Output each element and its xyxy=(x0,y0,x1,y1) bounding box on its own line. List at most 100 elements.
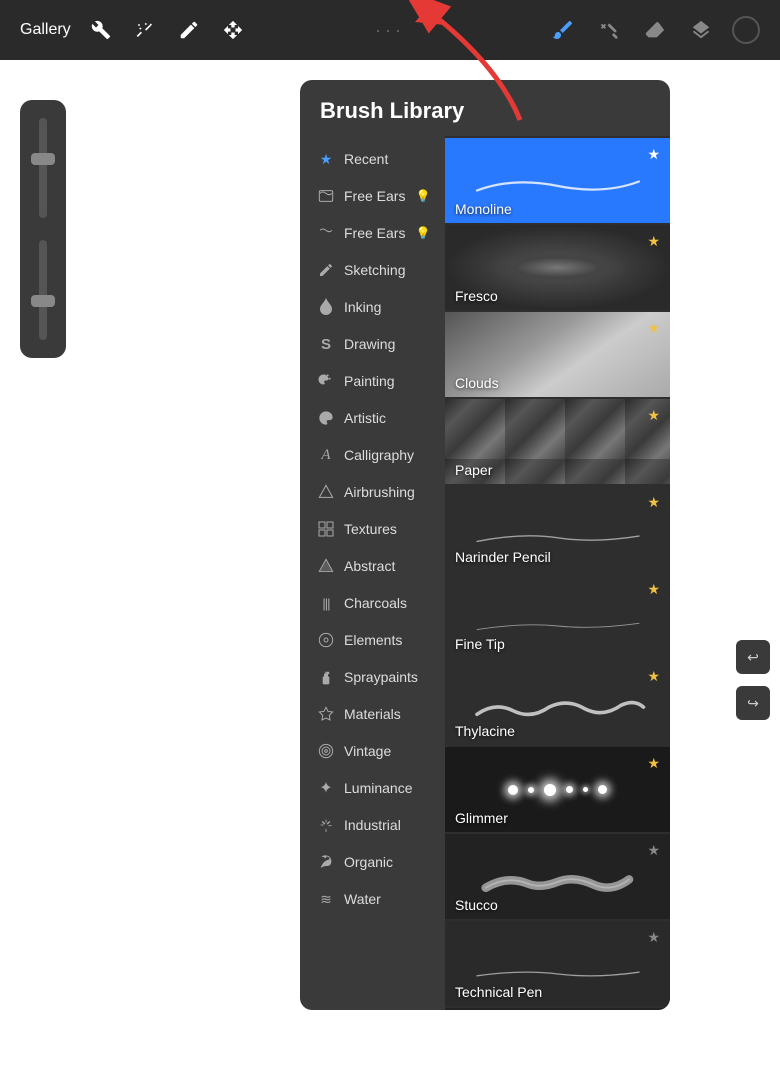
brush-item-clouds[interactable]: Clouds ★ xyxy=(445,312,670,397)
glimmer-fav[interactable]: ★ xyxy=(647,755,660,772)
gallery-button[interactable]: Gallery xyxy=(20,21,71,39)
brush-tool-button[interactable] xyxy=(548,15,578,45)
free-ears-1-label: Free Ears xyxy=(344,188,405,204)
clouds-fav[interactable]: ★ xyxy=(647,320,660,337)
sidebar-item-inking[interactable]: Inking xyxy=(304,289,441,325)
free-ears-1-badge: 💡 xyxy=(415,189,430,203)
fine-tip-fav[interactable]: ★ xyxy=(647,581,660,598)
panel-title: Brush Library xyxy=(320,98,650,124)
inking-label: Inking xyxy=(344,299,381,315)
top-bar-left: Gallery xyxy=(20,16,247,44)
magic-icon[interactable] xyxy=(131,16,159,44)
narinder-pencil-fav[interactable]: ★ xyxy=(647,494,660,511)
spraypaints-icon xyxy=(316,667,336,687)
size-slider-thumb[interactable] xyxy=(31,153,55,165)
sidebar-item-elements[interactable]: Elements xyxy=(304,622,441,658)
textures-label: Textures xyxy=(344,521,397,537)
ipad-frame: Gallery ··· xyxy=(0,0,780,1080)
calligraphy-icon: A xyxy=(316,445,336,465)
airbrushing-label: Airbrushing xyxy=(344,484,415,500)
sidebar-item-airbrushing[interactable]: Airbrushing xyxy=(304,474,441,510)
sidebar-item-vintage[interactable]: Vintage xyxy=(304,733,441,769)
fresco-fav[interactable]: ★ xyxy=(647,233,660,250)
sidebar-item-spraypaints[interactable]: Spraypaints xyxy=(304,659,441,695)
eraser-button[interactable] xyxy=(640,15,670,45)
color-picker[interactable] xyxy=(732,16,760,44)
sidebar-item-abstract[interactable]: Abstract xyxy=(304,548,441,584)
luminance-label: Luminance xyxy=(344,780,413,796)
abstract-icon xyxy=(316,556,336,576)
thylacine-name: Thylacine xyxy=(445,719,670,745)
textures-icon xyxy=(316,519,336,539)
water-icon: ≋ xyxy=(316,889,336,909)
sidebar-item-water[interactable]: ≋ Water xyxy=(304,881,441,917)
smudge-tool-button[interactable] xyxy=(594,15,624,45)
paper-fav[interactable]: ★ xyxy=(647,407,660,424)
free-ears-1-icon xyxy=(316,186,336,206)
brush-item-narinder-pencil[interactable]: Narinder Pencil ★ xyxy=(445,486,670,571)
layers-button[interactable] xyxy=(686,15,716,45)
monoline-name: Monoline xyxy=(445,197,670,223)
elements-label: Elements xyxy=(344,632,402,648)
sidebar-item-sketching[interactable]: Sketching xyxy=(304,252,441,288)
organic-icon xyxy=(316,852,336,872)
move-icon[interactable] xyxy=(219,16,247,44)
drawing-icon: S xyxy=(316,334,336,354)
sidebar-item-organic[interactable]: Organic xyxy=(304,844,441,880)
paper-name: Paper xyxy=(445,458,670,484)
spraypaints-label: Spraypaints xyxy=(344,669,418,685)
free-ears-2-icon xyxy=(316,223,336,243)
free-ears-2-label: Free Ears xyxy=(344,225,405,241)
brush-item-glimmer[interactable]: Glimmer ★ xyxy=(445,747,670,832)
sidebar-item-luminance[interactable]: ✦ Luminance xyxy=(304,770,441,806)
sidebar-item-free-ears-2[interactable]: Free Ears 💡 xyxy=(304,215,441,251)
sketching-icon xyxy=(316,260,336,280)
top-bar-right xyxy=(548,15,760,45)
brush-item-medium-hard-airbrush[interactable]: Medium Hard Airbrush ★ xyxy=(445,1008,670,1010)
inking-icon xyxy=(316,297,336,317)
brush-item-fine-tip[interactable]: Fine Tip ★ xyxy=(445,573,670,658)
thylacine-fav[interactable]: ★ xyxy=(647,668,660,685)
category-list: ★ Recent Free Ears 💡 Free Ears 💡 xyxy=(300,136,445,1010)
calligraphy-label: Calligraphy xyxy=(344,447,414,463)
sidebar-item-industrial[interactable]: Industrial xyxy=(304,807,441,843)
panel-header: Brush Library xyxy=(300,80,670,136)
sidebar-item-recent[interactable]: ★ Recent xyxy=(304,141,441,177)
opacity-slider[interactable] xyxy=(39,240,47,340)
brush-library-panel: Brush Library ★ Recent Free Ears 💡 xyxy=(300,80,670,1010)
sidebar-item-drawing[interactable]: S Drawing xyxy=(304,326,441,362)
clouds-name: Clouds xyxy=(445,371,670,397)
sidebar-item-free-ears-1[interactable]: Free Ears 💡 xyxy=(304,178,441,214)
recent-icon: ★ xyxy=(316,149,336,169)
sidebar-item-textures[interactable]: Textures xyxy=(304,511,441,547)
monoline-fav[interactable]: ★ xyxy=(647,146,660,163)
brush-item-paper[interactable]: Paper ★ xyxy=(445,399,670,484)
undo-button[interactable]: ↩ xyxy=(736,640,770,674)
opacity-slider-thumb[interactable] xyxy=(31,295,55,307)
sidebar-item-artistic[interactable]: Artistic xyxy=(304,400,441,436)
brush-item-thylacine[interactable]: Thylacine ★ xyxy=(445,660,670,745)
brush-item-monoline[interactable]: Monoline ★ xyxy=(445,138,670,223)
industrial-label: Industrial xyxy=(344,817,401,833)
wrench-icon[interactable] xyxy=(87,16,115,44)
redo-button[interactable]: ↪ xyxy=(736,686,770,720)
organic-label: Organic xyxy=(344,854,393,870)
technical-pen-name: Technical Pen xyxy=(445,980,670,1006)
technical-pen-fav[interactable]: ★ xyxy=(647,929,660,946)
right-controls: ↩ ↪ xyxy=(736,640,770,720)
brush-item-technical-pen[interactable]: Technical Pen ★ xyxy=(445,921,670,1006)
sidebar-item-painting[interactable]: Painting xyxy=(304,363,441,399)
sidebar-item-calligraphy[interactable]: A Calligraphy xyxy=(304,437,441,473)
stucco-fav[interactable]: ★ xyxy=(647,842,660,859)
fine-tip-name: Fine Tip xyxy=(445,632,670,658)
charcoals-label: Charcoals xyxy=(344,595,407,611)
size-slider[interactable] xyxy=(39,118,47,218)
artistic-icon xyxy=(316,408,336,428)
sidebar-item-materials[interactable]: Materials xyxy=(304,696,441,732)
vintage-icon xyxy=(316,741,336,761)
smudge-icon[interactable] xyxy=(175,16,203,44)
brush-item-fresco[interactable]: Fresco ★ xyxy=(445,225,670,310)
sidebar-item-charcoals[interactable]: ||| Charcoals xyxy=(304,585,441,621)
painting-icon xyxy=(316,371,336,391)
brush-item-stucco[interactable]: Stucco ★ xyxy=(445,834,670,919)
